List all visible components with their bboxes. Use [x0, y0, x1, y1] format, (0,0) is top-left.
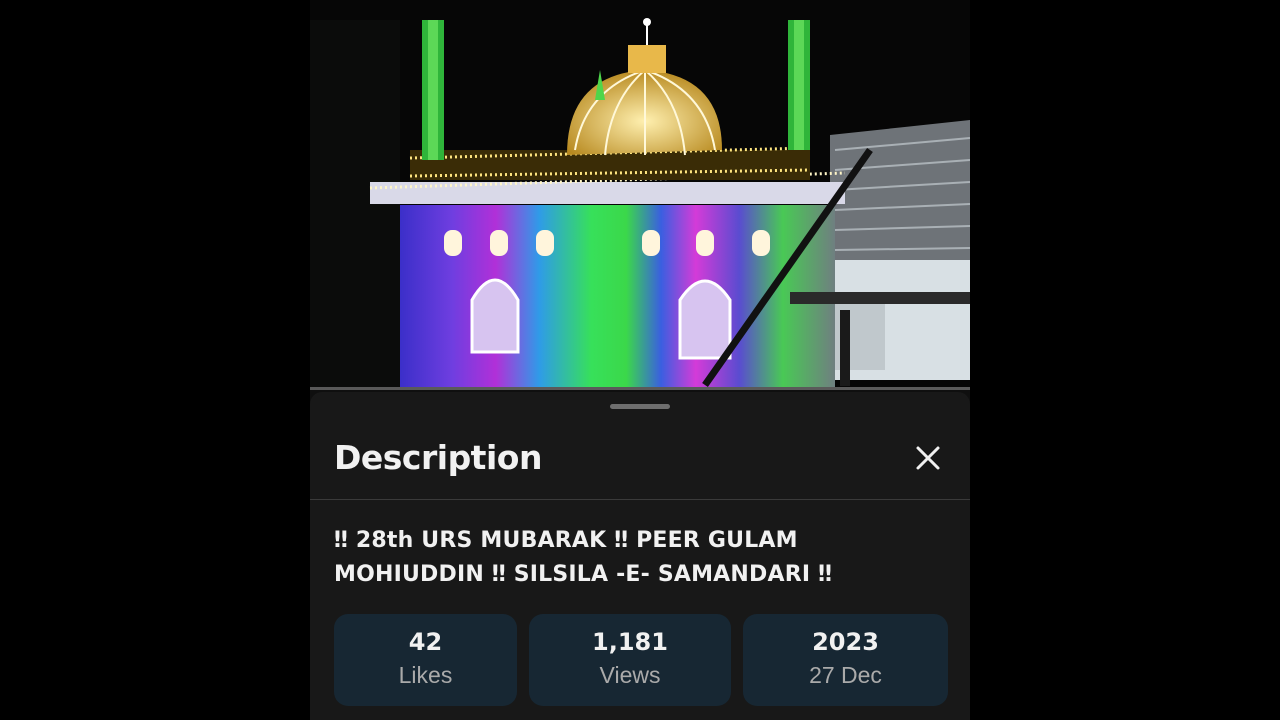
divider [310, 499, 970, 500]
date-stat: 2023 27 Dec [743, 614, 948, 706]
close-button[interactable] [910, 440, 946, 476]
views-stat: 1,181 Views [529, 614, 731, 706]
likes-stat: 42 Likes [334, 614, 517, 706]
close-icon [916, 446, 940, 470]
phone-screen: Description ‼ 28th URS MUBARAK ‼ PEER GU… [310, 0, 970, 720]
video-player[interactable] [310, 0, 970, 390]
likes-label: Likes [398, 662, 453, 688]
video-frame [310, 0, 970, 390]
video-progress-bar[interactable] [310, 387, 970, 390]
video-stats: 42 Likes 1,181 Views 2023 27 Dec [334, 614, 948, 706]
drag-handle[interactable] [610, 404, 670, 409]
description-sheet: Description ‼ 28th URS MUBARAK ‼ PEER GU… [310, 392, 970, 720]
likes-count: 42 [408, 628, 443, 656]
video-description: ‼ 28th URS MUBARAK ‼ PEER GULAM MOHIUDDI… [334, 528, 833, 587]
upload-year: 2023 [812, 628, 879, 656]
sheet-title: Description [334, 438, 542, 477]
upload-date: 27 Dec [809, 662, 882, 688]
views-label: Views [599, 662, 661, 688]
views-count: 1,181 [592, 628, 668, 656]
